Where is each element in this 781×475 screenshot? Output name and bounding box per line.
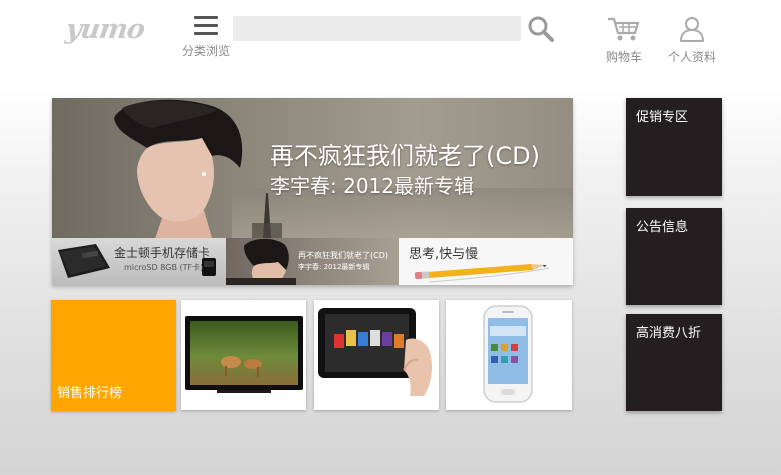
announcements-label: 公告信息 <box>636 220 689 235</box>
announcements-tile[interactable]: 公告信息 <box>626 208 722 305</box>
search-icon <box>528 16 554 42</box>
banner-thumbnails: 金士顿手机存储卡 microSD 8GB (TF卡) 再不疯狂我们就老了(CD)… <box>52 238 573 285</box>
thumbnail-book-title: 思考,快与慢 <box>409 247 479 262</box>
tv-image <box>185 316 303 393</box>
shopping-cart-icon <box>608 17 640 41</box>
high-spending-discount-label: 高消费八折 <box>636 326 702 341</box>
sales-ranking-label: 销售排行榜 <box>57 386 123 401</box>
thumbnail-memory-card-subtitle: microSD 8GB (TF卡) <box>124 263 204 272</box>
sales-ranking-tile[interactable]: 销售排行榜 <box>51 300 176 411</box>
thumbnail-album[interactable]: 再不疯狂我们就老了(CD) 李宇春: 2012最新专辑 <box>226 238 399 285</box>
high-spending-discount-tile[interactable]: 高消费八折 <box>626 314 722 411</box>
thumbnail-book[interactable]: 思考,快与慢 <box>399 238 573 285</box>
search-button[interactable] <box>526 14 556 44</box>
thumbnail-memory-card[interactable]: 金士顿手机存储卡 microSD 8GB (TF卡) <box>52 238 226 285</box>
category-browse-button[interactable]: 分类浏览 <box>180 12 232 66</box>
promotion-zone-tile[interactable]: 促销专区 <box>626 98 722 196</box>
cart-label: 购物车 <box>605 50 642 64</box>
thumbnail-memory-card-title: 金士顿手机存储卡 <box>114 246 211 260</box>
thumbnail-album-subtitle: 李宇春: 2012最新专辑 <box>298 263 370 271</box>
logo[interactable]: yumo <box>64 14 146 45</box>
product-tile-tablet[interactable] <box>314 300 439 410</box>
product-tile-tv[interactable] <box>181 300 306 410</box>
search-input[interactable] <box>233 16 521 41</box>
category-browse-label: 分类浏览 <box>181 44 230 58</box>
smartphone-image <box>483 305 533 403</box>
banner-subtitle: 李宇春: 2012最新专辑 <box>270 174 474 198</box>
promotion-zone-label: 促销专区 <box>636 110 689 125</box>
profile-button[interactable]: 个人资料 <box>666 16 718 65</box>
thumbnail-album-title: 再不疯狂我们就老了(CD) <box>298 251 388 260</box>
cart-button[interactable]: 购物车 <box>602 16 646 65</box>
banner-title: 再不疯狂我们就老了(CD) <box>270 142 540 170</box>
tablet-image <box>318 308 432 396</box>
product-tile-phone[interactable] <box>446 300 572 410</box>
hamburger-menu-icon <box>194 16 218 35</box>
promo-banner[interactable]: 再不疯狂我们就老了(CD) 李宇春: 2012最新专辑 金士顿手机存储卡 mic… <box>52 98 573 285</box>
user-icon <box>680 17 704 42</box>
profile-label: 个人资料 <box>667 50 716 64</box>
